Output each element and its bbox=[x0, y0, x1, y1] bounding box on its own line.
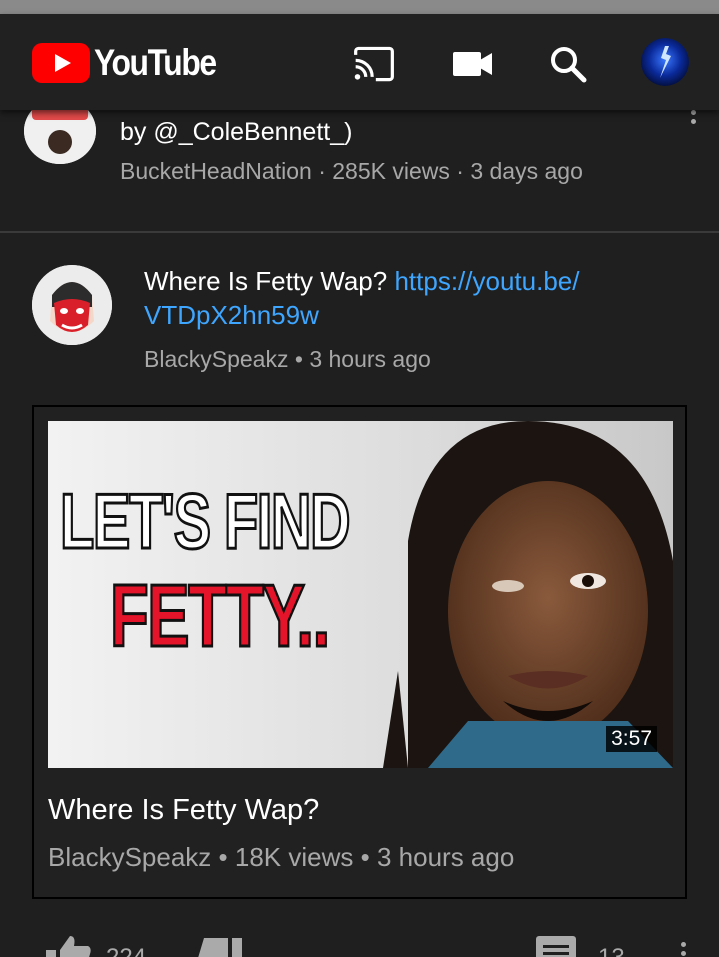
post-meta: BlackySpeakz • 3 hours ago bbox=[144, 346, 431, 373]
separator: • bbox=[218, 842, 228, 872]
post-actions: 224 13 bbox=[0, 930, 719, 957]
like-count: 224 bbox=[106, 944, 146, 957]
like-icon[interactable] bbox=[46, 934, 92, 957]
post-meta: BucketHeadNation · 285K views · 3 days a… bbox=[120, 158, 583, 185]
post-text: Where Is Fetty Wap? bbox=[144, 266, 388, 296]
author-avatar[interactable] bbox=[32, 265, 112, 345]
divider bbox=[0, 231, 719, 233]
video-thumbnail[interactable]: LET'S FIND FETTY.. 3:57 bbox=[48, 421, 673, 768]
comment-count: 13 bbox=[598, 944, 625, 957]
view-count: 285K views bbox=[332, 158, 450, 184]
video-age: 3 hours ago bbox=[376, 842, 515, 872]
post-age: 3 hours ago bbox=[309, 346, 431, 372]
video-title[interactable]: Where Is Fetty Wap? bbox=[48, 794, 319, 827]
comment-icon[interactable] bbox=[536, 936, 578, 957]
thumbnail-caption-line1: LET'S FIND bbox=[59, 477, 352, 565]
separator: · bbox=[456, 158, 464, 184]
author-name[interactable]: BlackySpeakz bbox=[144, 346, 288, 372]
post-age: 3 days ago bbox=[470, 158, 583, 184]
youtube-logo[interactable]: YouTube bbox=[32, 42, 236, 84]
previous-post: by @_ColeBennett_) BucketHeadNation · 28… bbox=[0, 98, 719, 231]
channel-name[interactable]: BucketHeadNation bbox=[120, 158, 312, 184]
separator: • bbox=[294, 346, 303, 372]
separator: · bbox=[318, 158, 326, 184]
video-duration: 3:57 bbox=[606, 726, 657, 752]
account-avatar[interactable] bbox=[641, 38, 689, 86]
more-options-icon[interactable] bbox=[678, 942, 688, 956]
cast-icon[interactable] bbox=[352, 42, 396, 86]
video-meta: BlackySpeakz • 18K views • 3 hours ago bbox=[48, 842, 514, 873]
thumbnail-caption-line2: FETTY.. bbox=[109, 566, 331, 665]
logo-text: YouTube bbox=[94, 42, 217, 83]
view-count: 18K views bbox=[234, 842, 354, 872]
search-icon[interactable] bbox=[546, 42, 590, 86]
post-body: Where Is Fetty Wap? https://youtu.be/VTD… bbox=[144, 264, 684, 332]
status-bar bbox=[0, 0, 719, 14]
separator: • bbox=[360, 842, 370, 872]
top-app-bar: YouTube bbox=[0, 14, 719, 110]
video-camera-icon[interactable] bbox=[451, 42, 495, 86]
youtube-play-icon bbox=[32, 43, 90, 83]
more-options-icon[interactable] bbox=[688, 110, 698, 124]
dislike-icon[interactable] bbox=[196, 938, 242, 957]
post-text-continuation: by @_ColeBennett_) bbox=[120, 118, 353, 146]
channel-name[interactable]: BlackySpeakz bbox=[48, 842, 211, 872]
